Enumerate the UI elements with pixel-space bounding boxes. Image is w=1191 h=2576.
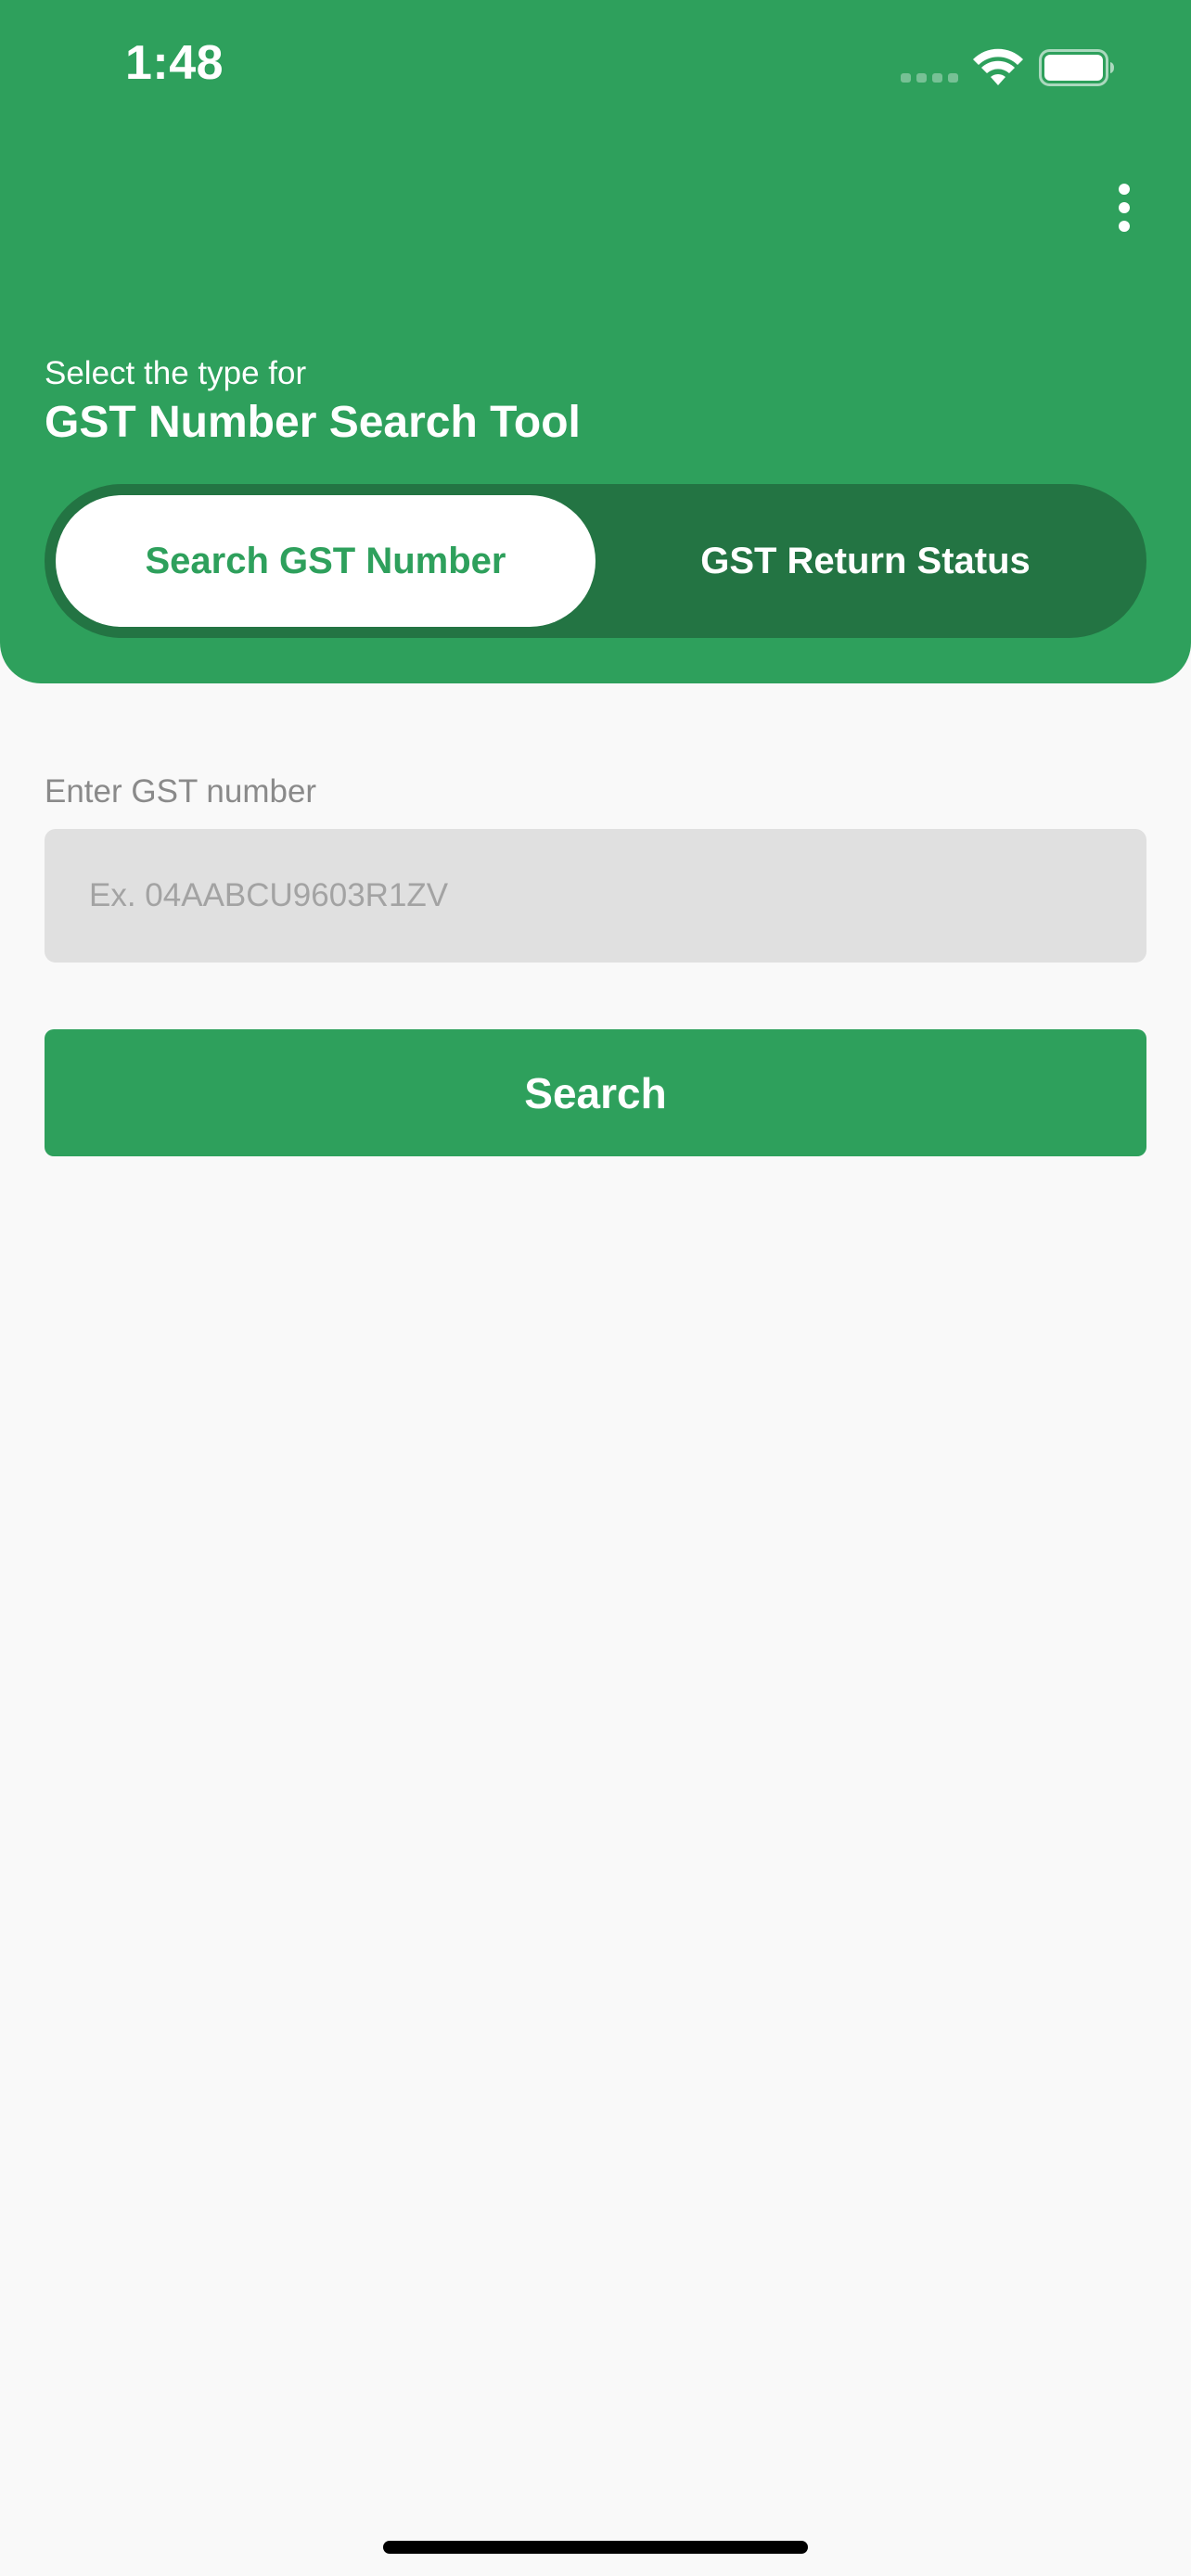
tab-search-gst-number[interactable]: Search GST Number [56, 495, 596, 627]
battery-icon [1039, 49, 1114, 86]
search-button[interactable]: Search [45, 1029, 1146, 1156]
gst-number-label: Enter GST number [45, 773, 317, 810]
status-bar-time: 1:48 [125, 36, 224, 90]
more-vertical-icon[interactable] [1109, 182, 1139, 234]
page-title: GST Number Search Tool [45, 398, 581, 447]
gst-number-input[interactable] [45, 829, 1146, 963]
cellular-signal-icon [901, 73, 958, 83]
wifi-icon [973, 48, 1023, 85]
app-header: 1:48 Select the type for GST Number Sear… [0, 0, 1191, 683]
home-indicator [383, 2541, 808, 2554]
header-subtitle: Select the type for [45, 355, 307, 391]
tab-gst-return-status[interactable]: GST Return Status [596, 495, 1135, 627]
search-type-segmented-control: Search GST Number GST Return Status [45, 484, 1146, 638]
